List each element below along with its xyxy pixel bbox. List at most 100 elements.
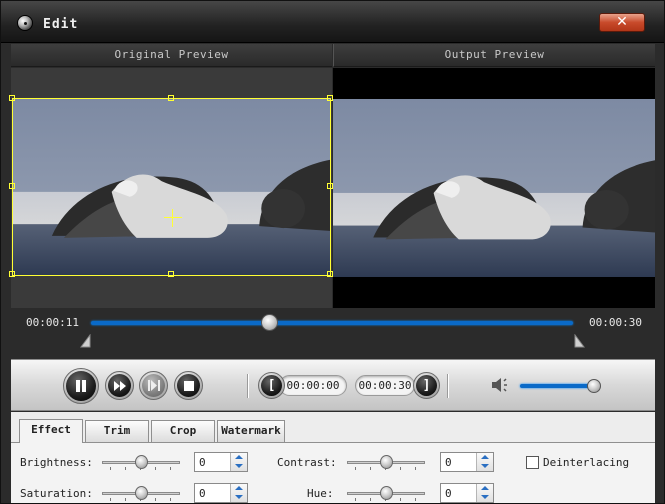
spin-arrows[interactable] [230,484,247,502]
film-reel-icon [17,15,33,31]
contrast-spinbox[interactable]: 0 [440,452,494,472]
window-title: Edit [43,17,79,32]
seek-handle[interactable] [260,314,278,331]
trim-start-time[interactable]: 00:00:00 [279,375,347,396]
saturation-slider[interactable] [102,486,180,502]
deinterlacing-checkbox[interactable] [526,456,539,469]
seek-track[interactable] [91,321,573,325]
volume-handle[interactable] [587,379,602,393]
slider-tick [355,467,356,470]
deinterlacing-label[interactable]: Deinterlacing [543,456,629,469]
close-button[interactable]: ✕ [599,13,645,32]
output-preview-label: Output Preview [333,44,655,67]
slider-tick [370,467,371,470]
timeline-bar: 00:00:11 00:00:30 [11,309,655,359]
slider-tick [125,498,126,501]
hue-spinbox[interactable]: 0 [440,483,494,503]
pause-button[interactable] [63,368,99,404]
spin-arrows[interactable] [476,484,493,502]
separator [447,374,449,398]
slider-tick [155,498,156,501]
brightness-value[interactable]: 0 [199,456,206,469]
slider-handle[interactable] [135,486,148,500]
title-bar[interactable]: Edit ✕ [1,1,664,43]
brightness-spinbox[interactable]: 0 [194,452,248,472]
crop-handle-bottom[interactable] [168,271,174,277]
arrow-up-icon[interactable] [481,455,489,459]
current-time: 00:00:11 [26,316,79,329]
next-frame-button[interactable] [139,371,168,400]
contrast-slider[interactable] [347,455,425,471]
arrow-down-icon[interactable] [481,464,489,468]
end-time: 00:00:30 [589,316,642,329]
slider-tick [170,498,171,501]
slider-tick [110,467,111,470]
bracket-right-icon: ] [416,375,437,396]
arrow-up-icon[interactable] [235,486,243,490]
trim-end-time[interactable]: 00:00:30 [355,375,415,396]
arrow-down-icon[interactable] [235,464,243,468]
bracket-left-icon: [ [261,375,282,396]
tab-crop[interactable]: Crop [151,420,215,442]
edit-tabs: Effect Trim Crop Watermark [19,419,649,443]
slider-handle[interactable] [135,455,148,469]
slider-tick [370,498,371,501]
slider-tick [170,467,171,470]
stop-icon [177,374,200,397]
original-preview-label: Original Preview [11,44,332,67]
saturation-value[interactable]: 0 [199,487,206,500]
hue-slider[interactable] [347,486,425,502]
crop-handle-left[interactable] [9,183,15,189]
contrast-label: Contrast: [277,456,337,469]
crop-handle-top-left[interactable] [9,95,15,101]
edit-panel: Effect Trim Crop Watermark Brightness: 0… [11,412,655,503]
original-preview-pane [9,68,333,308]
spin-arrows[interactable] [476,453,493,471]
output-preview-pane [333,68,655,308]
tab-effect[interactable]: Effect [19,419,83,443]
arrow-up-icon[interactable] [235,455,243,459]
slider-tick [400,467,401,470]
tab-trim[interactable]: Trim [85,420,149,442]
brightness-label: Brightness: [20,456,93,469]
volume-icon[interactable] [491,377,511,393]
trim-end-marker-icon[interactable] [574,334,585,348]
crop-center-crosshair[interactable] [164,209,182,227]
separator [247,374,249,398]
saturation-label: Saturation: [20,487,93,500]
slider-tick [125,467,126,470]
slider-tick [110,498,111,501]
next-frame-icon [142,374,165,397]
crop-handle-top[interactable] [168,95,174,101]
contrast-value[interactable]: 0 [445,456,452,469]
effect-panel: Brightness: 0 Contrast: 0 Deinterlacing … [11,442,655,503]
arrow-down-icon[interactable] [235,495,243,499]
tab-watermark[interactable]: Watermark [217,420,285,442]
arrow-up-icon[interactable] [481,486,489,490]
hue-label: Hue: [307,487,334,500]
playback-controls: 00:00:00 [ 00:00:30 ] [11,359,655,411]
slider-tick [355,498,356,501]
slider-tick [400,498,401,501]
set-start-button[interactable]: [ [258,372,285,399]
slider-tick [155,467,156,470]
slider-tick [415,467,416,470]
arrow-down-icon[interactable] [481,495,489,499]
spin-arrows[interactable] [230,453,247,471]
pause-icon [66,371,96,401]
fast-forward-icon [108,374,131,397]
output-video-frame [333,99,655,277]
crop-handle-bottom-left[interactable] [9,271,15,277]
fast-forward-button[interactable] [105,371,134,400]
stop-button[interactable] [174,371,203,400]
crop-frame[interactable] [9,95,333,277]
set-end-button[interactable]: ] [413,372,440,399]
hue-value[interactable]: 0 [445,487,452,500]
trim-start-marker-icon[interactable] [80,334,91,348]
slider-tick [415,498,416,501]
brightness-slider[interactable] [102,455,180,471]
edit-window: Edit ✕ Original Preview Output Preview 0… [0,0,665,504]
saturation-spinbox[interactable]: 0 [194,483,248,503]
slider-handle[interactable] [380,486,393,500]
slider-handle[interactable] [380,455,393,469]
